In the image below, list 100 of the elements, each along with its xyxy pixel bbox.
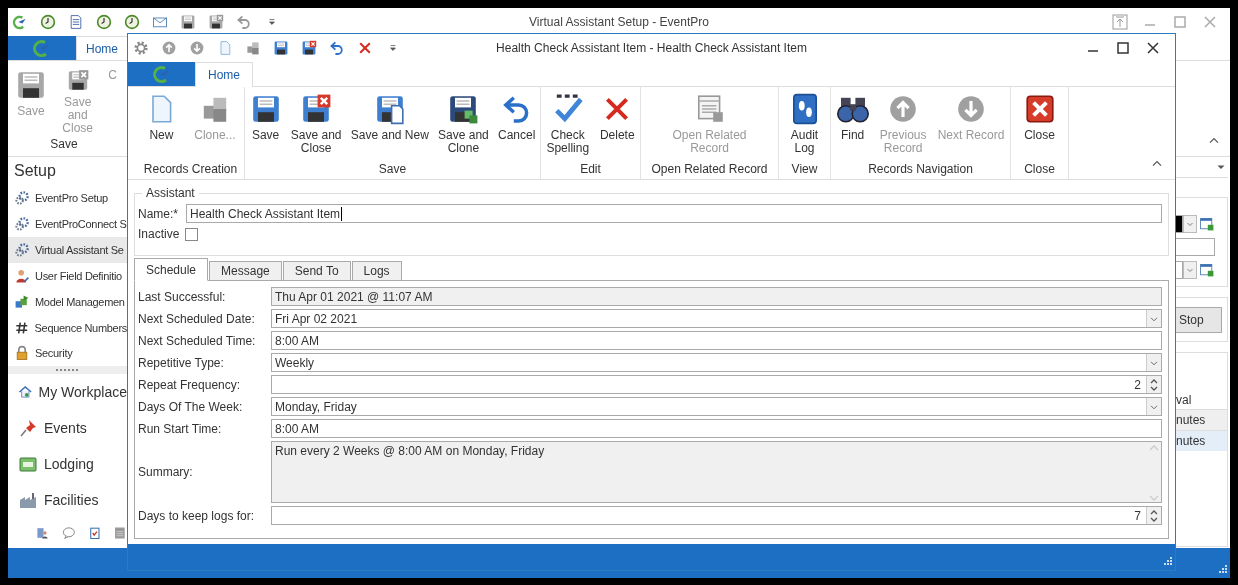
gears-icon <box>14 215 30 232</box>
module-label: Events <box>44 420 87 437</box>
clock-icon[interactable] <box>96 14 112 30</box>
dropdown-button[interactable] <box>1146 398 1161 415</box>
logo-icon <box>151 64 172 84</box>
hash-icon <box>14 319 30 336</box>
cubes-icon[interactable] <box>245 40 261 56</box>
nav-item-label: Model Managemen <box>35 295 125 308</box>
module-label: Facilities <box>44 492 99 509</box>
user-pen-icon <box>14 267 30 284</box>
close-icon <box>1023 93 1056 125</box>
spin-button[interactable] <box>1146 507 1161 524</box>
nav-item[interactable]: Model Managemen <box>8 288 127 315</box>
undo-icon[interactable] <box>329 40 345 56</box>
ribbon-button[interactable]: Save <box>247 93 284 161</box>
ribbon-button[interactable]: Cancel <box>495 93 538 161</box>
clock-icon[interactable] <box>124 14 140 30</box>
ribbon-button[interactable]: Check Spelling <box>544 93 592 161</box>
name-field[interactable]: Health Check Assistant Item <box>186 204 1162 223</box>
gears-icon <box>14 241 30 258</box>
group-label: Edit <box>579 161 602 178</box>
checkbox-label: Inactive <box>138 227 180 241</box>
spin-button[interactable] <box>1146 376 1161 393</box>
floppy-disk-x-icon[interactable] <box>208 14 224 30</box>
dropdown-button[interactable] <box>1146 310 1161 327</box>
ribbon-tab[interactable]: Home <box>195 62 253 87</box>
field-label: Summary: <box>137 465 194 479</box>
text-field[interactable]: 8:00 AM <box>271 419 1162 438</box>
ribbon-button[interactable]: Find <box>834 93 871 161</box>
splitter-handle[interactable] <box>8 366 127 375</box>
number-field[interactable]: 2 <box>271 375 1162 394</box>
settings-icon[interactable] <box>133 40 149 56</box>
app-menu-tab[interactable] <box>8 36 76 60</box>
document-icon[interactable] <box>68 14 84 30</box>
group-label: View <box>790 161 819 178</box>
checkbox[interactable] <box>185 227 199 241</box>
app-menu-tab[interactable] <box>128 62 195 86</box>
nav-header: Setup <box>13 161 57 181</box>
pushpin-icon <box>18 418 38 439</box>
module-button[interactable]: My Workplace <box>8 374 127 411</box>
module-button[interactable]: Events <box>8 410 127 447</box>
upload-box-icon[interactable] <box>1110 12 1130 32</box>
group-label: Open Related Record <box>650 161 769 178</box>
tab[interactable]: Logs <box>351 261 402 281</box>
group-title: Assistant <box>145 186 196 200</box>
blocks-icon <box>14 293 30 310</box>
panel-icon <box>18 454 38 475</box>
tab[interactable]: Send To <box>282 261 351 281</box>
calendar-icon[interactable] <box>1199 262 1215 278</box>
cross-icon[interactable] <box>357 40 373 56</box>
column-header: val <box>1175 392 1193 409</box>
ribbon-button[interactable]: Close <box>1021 93 1058 161</box>
dropdown-button[interactable] <box>1146 354 1161 371</box>
nav-item[interactable]: Security <box>8 340 127 367</box>
ribbon-button[interactable]: Save and Clone <box>436 93 491 161</box>
field-label: Days to keep logs for: <box>137 508 256 523</box>
grip-dots-icon <box>55 369 80 372</box>
logo-icon <box>32 38 52 58</box>
ribbon-button[interactable]: Save and New <box>348 93 431 161</box>
field-label: Last Successful: <box>137 289 227 304</box>
nav-item-label: User Field Definitio <box>35 269 122 282</box>
dropdown-field[interactable]: Weekly <box>271 353 1162 372</box>
dropdown-field[interactable]: Fri Apr 02 2021 <box>271 309 1162 328</box>
nav-item[interactable]: EventProConnect S <box>8 210 127 237</box>
ribbon-button[interactable]: Save and Close <box>288 93 344 161</box>
mail-icon[interactable] <box>152 14 168 30</box>
undo-icon[interactable] <box>236 14 252 30</box>
readonly-field[interactable]: Thu Apr 01 2021 @ 11:07 AM <box>271 287 1162 306</box>
group-label: Close <box>1023 161 1056 178</box>
nav-item[interactable]: User Field Definitio <box>8 262 127 289</box>
ribbon-button[interactable]: Delete <box>597 93 637 161</box>
module-button[interactable]: Facilities <box>8 482 127 519</box>
tab[interactable]: Schedule <box>134 258 209 281</box>
module-button[interactable]: Lodging <box>8 446 127 483</box>
summary-box[interactable]: Run every 2 Weeks @ 8:00 AM on Monday, Friday <box>271 441 1162 503</box>
group-label: Records Creation <box>142 161 239 178</box>
nav-item[interactable]: Sequence Numbers <box>8 314 127 341</box>
floppy-disk-x-icon[interactable] <box>301 40 317 56</box>
nav-item[interactable]: EventPro Setup <box>8 185 127 211</box>
dropdown-field[interactable]: Monday, Friday <box>271 397 1162 416</box>
field-label: Next Scheduled Time: <box>137 333 257 348</box>
ribbon-tab[interactable]: Home <box>76 36 128 60</box>
tab[interactable]: Message <box>209 261 282 281</box>
module-label: Lodging <box>44 456 94 473</box>
clock-icon[interactable] <box>40 14 56 30</box>
nav-item[interactable]: Virtual Assistant Se <box>8 236 127 263</box>
window-title: Health Check Assistant Item - Health Check Assistant Item <box>496 41 807 55</box>
ribbon-button[interactable]: Audit Log <box>786 93 823 161</box>
ribbon-button[interactable]: New <box>143 93 180 161</box>
field-label: Repetitive Type: <box>137 355 225 370</box>
logo-icon[interactable] <box>12 14 28 30</box>
text-field[interactable]: 8:00 AM <box>271 331 1162 350</box>
calendar-icon[interactable] <box>1199 216 1215 232</box>
field-label: Next Scheduled Date: <box>137 311 256 326</box>
number-field[interactable]: 7 <box>271 506 1162 525</box>
floppy-disk-blocks-icon <box>447 93 480 125</box>
speech-bubble-icon[interactable] <box>61 524 76 542</box>
page-icon[interactable] <box>217 40 233 56</box>
padlock-icon <box>14 345 30 362</box>
gears-icon <box>14 189 30 206</box>
